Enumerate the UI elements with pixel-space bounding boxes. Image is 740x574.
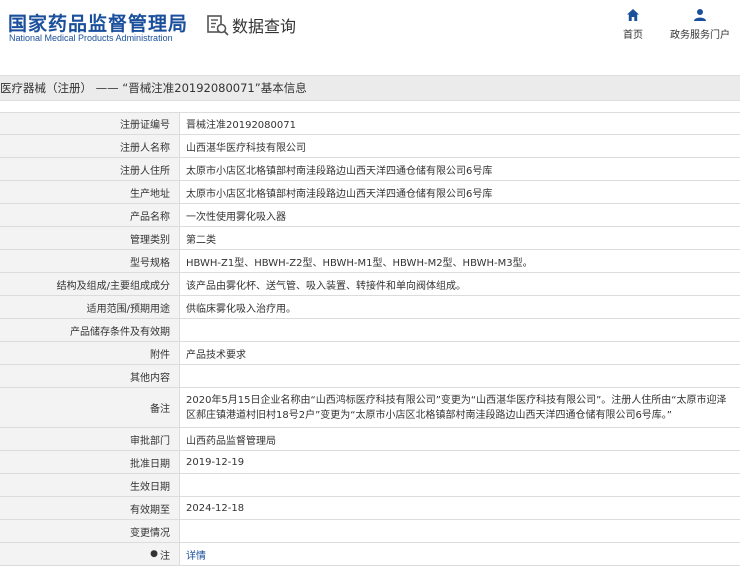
table-row: 生产地址 太原市小店区北格镇部村南洼段路边山西天洋四通仓储有限公司6号库	[0, 181, 740, 204]
field-value: 2024-12-18	[186, 502, 245, 514]
site-logo-en[interactable]: National Medical Products Administration	[9, 33, 173, 43]
field-label: 型号规格	[0, 250, 180, 272]
table-row: 生效日期	[0, 474, 740, 497]
field-label: 适用范围/预期用途	[0, 296, 180, 318]
field-value: 2019-12-19	[186, 456, 245, 468]
user-icon	[694, 9, 706, 21]
field-value: 太原市小店区北格镇部村南洼段路边山西天洋四通仓储有限公司6号库	[186, 165, 493, 177]
field-value-remark: 2020年5月15日企业名称由“山西鸿标医疗科技有限公司”变更为“山西湛华医疗科…	[186, 394, 727, 421]
table-row: 产品储存条件及有效期	[0, 319, 740, 342]
field-value	[180, 319, 740, 341]
nav-service-label: 政务服务门户	[670, 30, 730, 41]
field-value: 山西药品监督管理局	[186, 435, 276, 447]
table-row: 附件 产品技术要求	[0, 342, 740, 365]
nav-service-portal[interactable]: 政务服务门户	[665, 8, 735, 41]
table-row: 备注 2020年5月15日企业名称由“山西鸿标医疗科技有限公司”变更为“山西湛华…	[0, 388, 740, 428]
table-row: 适用范围/预期用途 供临床雾化吸入治疗用。	[0, 296, 740, 319]
field-value	[180, 520, 740, 542]
home-icon	[627, 9, 639, 21]
field-label: 结构及组成/主要组成成分	[0, 273, 180, 295]
field-label: 管理类别	[0, 227, 180, 249]
field-label: 变更情况	[0, 520, 180, 542]
table-row: 注册人住所 太原市小店区北格镇部村南洼段路边山西天洋四通仓储有限公司6号库	[0, 158, 740, 181]
field-value: 晋械注准20192080071	[186, 120, 296, 131]
nav-home-label: 首页	[623, 30, 643, 41]
field-value: 山西湛华医疗科技有限公司	[186, 142, 306, 154]
field-label: 其他内容	[0, 365, 180, 387]
note-label: ● 注	[0, 543, 180, 565]
nav-home[interactable]: 首页	[598, 8, 668, 41]
field-value	[180, 365, 740, 387]
field-value: 产品技术要求	[186, 349, 246, 361]
info-table: 注册证编号 晋械注准20192080071 注册人名称 山西湛华医疗科技有限公司…	[0, 112, 740, 566]
table-row: 其他内容	[0, 365, 740, 388]
table-row: 变更情况	[0, 520, 740, 543]
field-label: 附件	[0, 342, 180, 364]
field-label: 注册人住所	[0, 158, 180, 180]
note-value: 详情	[180, 543, 740, 565]
table-row: 审批部门 山西药品监督管理局	[0, 428, 740, 451]
field-label: 产品储存条件及有效期	[0, 319, 180, 341]
field-value: 该产品由雾化杯、送气管、吸入装置、转接件和单向阀体组成。	[186, 280, 466, 292]
field-label: 生产地址	[0, 181, 180, 203]
field-label: 备注	[0, 388, 180, 427]
table-row: 批准日期 2019-12-19	[0, 451, 740, 474]
section-title: 数据查询	[232, 17, 297, 36]
bullet-icon: ●	[150, 549, 158, 559]
table-row: 有效期至 2024-12-18	[0, 497, 740, 520]
site-logo-cn[interactable]: 国家药品监督管理局	[8, 9, 188, 36]
table-row: 结构及组成/主要组成成分 该产品由雾化杯、送气管、吸入装置、转接件和单向阀体组成…	[0, 273, 740, 296]
site-header: 国家药品监督管理局 National Medical Products Admi…	[0, 0, 740, 68]
field-label: 产品名称	[0, 204, 180, 226]
field-label: 审批部门	[0, 428, 180, 450]
table-row: ● 注 详情	[0, 543, 740, 566]
field-label: 有效期至	[0, 497, 180, 519]
field-value	[180, 474, 740, 496]
field-value: 太原市小店区北格镇部村南洼段路边山西天洋四通仓储有限公司6号库	[186, 188, 493, 200]
table-row: 管理类别 第二类	[0, 227, 740, 250]
table-row: 型号规格 HBWH-Z1型、HBWH-Z2型、HBWH-M1型、HBWH-M2型…	[0, 250, 740, 273]
table-row: 产品名称 一次性使用雾化吸入器	[0, 204, 740, 227]
field-label: 生效日期	[0, 474, 180, 496]
field-label: 注册证编号	[0, 113, 180, 134]
field-label: 注	[160, 550, 170, 562]
field-value: 一次性使用雾化吸入器	[186, 211, 286, 223]
table-row: 注册证编号 晋械注准20192080071	[0, 112, 740, 135]
field-label: 注册人名称	[0, 135, 180, 157]
table-row: 注册人名称 山西湛华医疗科技有限公司	[0, 135, 740, 158]
details-link[interactable]: 详情	[186, 547, 206, 562]
field-value: 供临床雾化吸入治疗用。	[186, 303, 296, 315]
search-data-icon	[207, 15, 229, 36]
page-title: 医疗器械（注册） —— “晋械注准20192080071”基本信息	[0, 75, 740, 101]
field-label: 批准日期	[0, 451, 180, 473]
field-value: 第二类	[186, 234, 216, 246]
field-value: HBWH-Z1型、HBWH-Z2型、HBWH-M1型、HBWH-M2型、HBWH…	[186, 257, 533, 269]
